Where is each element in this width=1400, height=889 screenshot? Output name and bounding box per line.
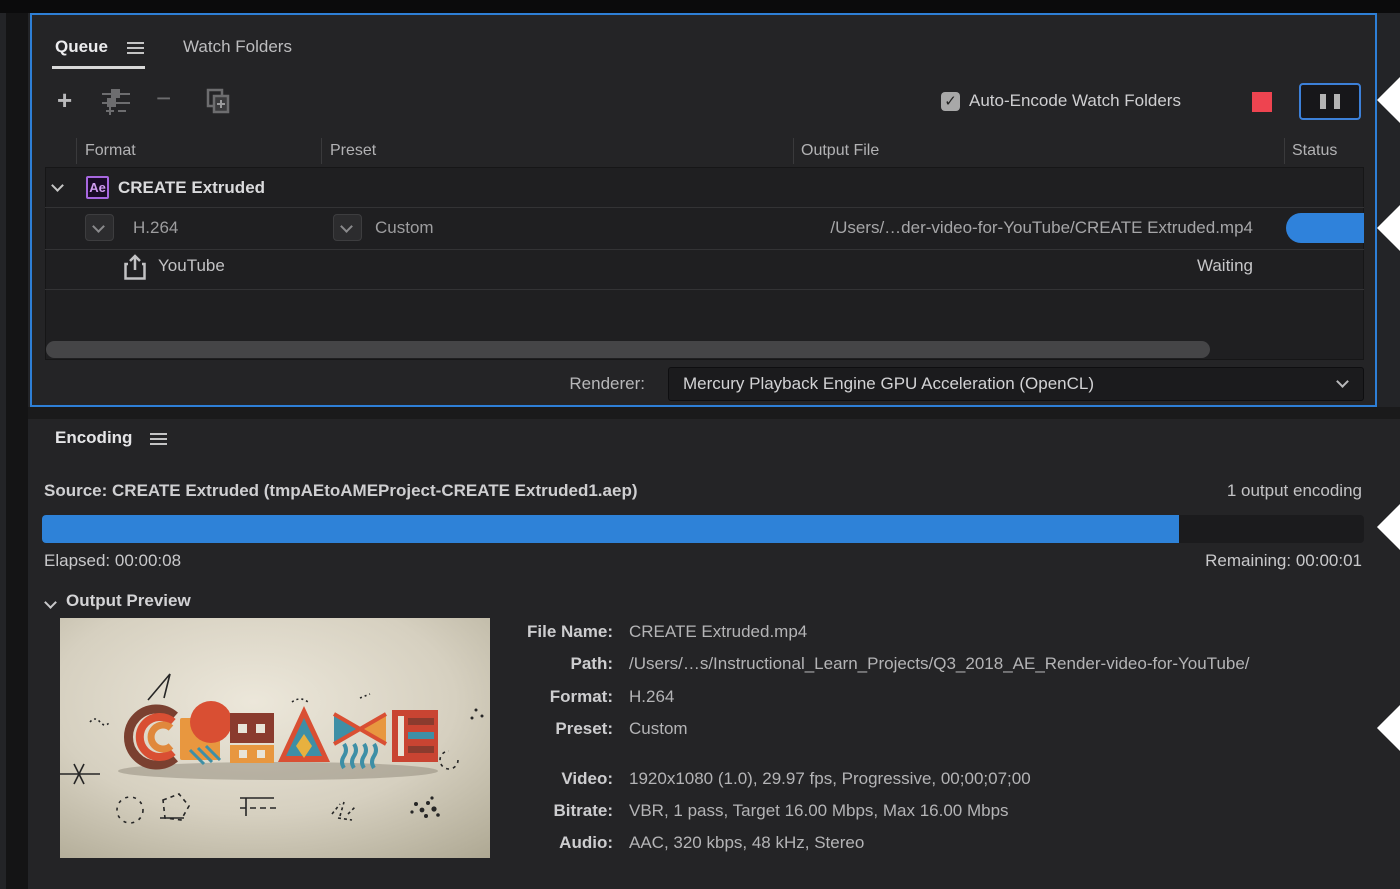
media-encoder-window: Queue Watch Folders + − ✓ Auto-Encode Wa… — [0, 0, 1400, 889]
column-separator — [793, 138, 794, 164]
detail-value: /Users/…s/Instructional_Learn_Projects/Q… — [629, 654, 1250, 674]
encode-progress-fill — [42, 515, 1179, 543]
window-left-strip — [6, 13, 28, 889]
source-group-title[interactable]: CREATE Extruded — [118, 178, 265, 198]
output-file-link[interactable]: /Users/…der-video-for-YouTube/CREATE Ext… — [830, 218, 1253, 238]
encoding-panel-title: Encoding — [55, 428, 132, 448]
column-separator — [321, 138, 322, 164]
output-preview-chevron-icon[interactable] — [46, 594, 55, 612]
output-preview-label: Output Preview — [66, 591, 191, 611]
remaining-time: Remaining: 00:00:01 — [1205, 551, 1362, 571]
output-encoding-count: 1 output encoding — [1227, 481, 1362, 501]
detail-label: File Name: — [28, 622, 613, 642]
publish-share-icon — [124, 254, 146, 280]
panel-divider — [28, 407, 1400, 419]
pause-queue-button[interactable] — [1299, 83, 1361, 120]
format-cell[interactable]: H.264 — [133, 218, 178, 238]
detail-value: CREATE Extruded.mp4 — [629, 622, 807, 642]
horizontal-scrollbar[interactable] — [46, 341, 1210, 358]
row-separator — [45, 289, 1364, 290]
column-header-format[interactable]: Format — [85, 142, 136, 160]
encoding-progress-pill — [1286, 213, 1364, 243]
renderer-value: Mercury Playback Engine GPU Acceleration… — [683, 374, 1094, 394]
renderer-label: Renderer: — [569, 374, 645, 394]
tab-queue[interactable]: Queue — [55, 37, 108, 57]
column-header-output-file[interactable]: Output File — [801, 142, 879, 160]
auto-encode-label: Auto-Encode Watch Folders — [969, 91, 1181, 111]
pause-icon — [1320, 94, 1340, 109]
column-separator — [76, 138, 77, 164]
column-header-status[interactable]: Status — [1292, 142, 1337, 160]
column-header-preset[interactable]: Preset — [330, 142, 376, 160]
remove-item-button[interactable]: − — [156, 86, 171, 110]
stop-queue-button[interactable] — [1252, 92, 1272, 112]
detail-value: VBR, 1 pass, Target 16.00 Mbps, Max 16.0… — [629, 801, 1009, 821]
row-separator — [45, 207, 1364, 208]
after-effects-icon: Ae — [86, 176, 109, 199]
duplicate-item-icon[interactable] — [203, 86, 233, 116]
detail-label: Preset: — [28, 719, 613, 739]
tab-queue-active-underline — [52, 66, 145, 69]
detail-value: H.264 — [629, 687, 674, 707]
window-top-strip — [0, 0, 1400, 13]
tab-watch-folders[interactable]: Watch Folders — [183, 37, 292, 57]
renderer-dropdown[interactable]: Mercury Playback Engine GPU Acceleration… — [668, 367, 1364, 401]
format-dropdown-button[interactable] — [85, 214, 114, 241]
row-separator — [45, 249, 1364, 250]
chevron-down-icon — [1336, 375, 1349, 388]
detail-label: Audio: — [28, 833, 613, 853]
publish-status: Waiting — [1197, 256, 1253, 276]
preset-cell[interactable]: Custom — [375, 218, 434, 238]
queue-panel-menu-icon[interactable] — [127, 42, 144, 54]
detail-value: AAC, 320 kbps, 48 kHz, Stereo — [629, 833, 864, 853]
detail-label: Format: — [28, 687, 613, 707]
callout-arrow-icon — [1377, 204, 1400, 252]
column-separator — [1284, 138, 1285, 164]
add-output-preset-icon[interactable] — [100, 88, 132, 116]
detail-label: Bitrate: — [28, 801, 613, 821]
chevron-down-icon — [340, 220, 353, 233]
add-source-button[interactable]: + — [57, 88, 72, 112]
detail-label: Path: — [28, 654, 613, 674]
auto-encode-checkbox[interactable]: ✓ — [941, 92, 960, 111]
detail-value: 1920x1080 (1.0), 29.97 fps, Progressive,… — [629, 769, 1031, 789]
preset-dropdown-button[interactable] — [333, 214, 362, 241]
encoding-source-line: Source: CREATE Extruded (tmpAEtoAMEProje… — [44, 481, 638, 501]
elapsed-time: Elapsed: 00:00:08 — [44, 551, 181, 571]
chevron-down-icon — [92, 220, 105, 233]
detail-label: Video: — [28, 769, 613, 789]
encoding-panel-menu-icon[interactable] — [150, 433, 167, 445]
publish-destination-label[interactable]: YouTube — [158, 256, 225, 276]
callout-arrow-icon — [1377, 76, 1400, 124]
detail-value: Custom — [629, 719, 688, 739]
encoding-progress-track — [42, 515, 1364, 543]
